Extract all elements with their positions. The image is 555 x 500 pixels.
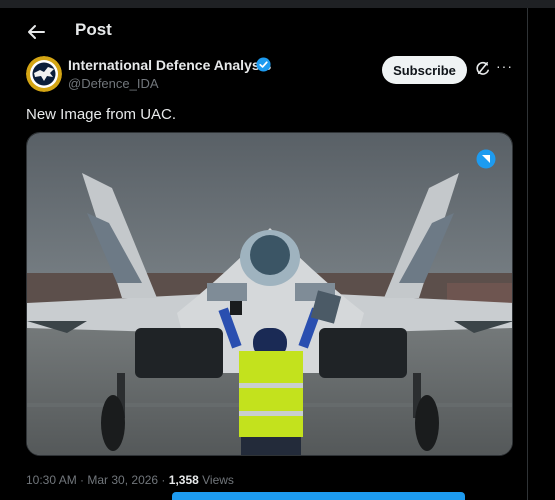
- meta-separator: ·: [158, 473, 169, 487]
- tweet-media-image[interactable]: [26, 132, 513, 456]
- window-top-strip: [0, 0, 555, 8]
- post-time[interactable]: 10:30 AM: [26, 473, 77, 487]
- verified-badge-icon: [256, 57, 271, 72]
- post-header: Post: [0, 8, 527, 54]
- subscribe-button[interactable]: Subscribe: [382, 56, 467, 84]
- page-title: Post: [75, 20, 112, 39]
- post-date[interactable]: Mar 30, 2026: [87, 473, 158, 487]
- column-divider: [527, 8, 528, 500]
- tweet-text: New Image from UAC.: [26, 106, 177, 123]
- avatar[interactable]: [26, 56, 62, 92]
- reply-bar-edge[interactable]: [172, 492, 465, 500]
- more-options-icon[interactable]: ···: [496, 58, 513, 74]
- author-handle[interactable]: @Defence_IDA: [68, 76, 159, 91]
- post-metadata: 10:30 AM · Mar 30, 2026 · 1,358 Views: [26, 473, 234, 487]
- views-label: Views: [198, 473, 234, 487]
- grok-icon[interactable]: [474, 60, 491, 77]
- ida-logo-icon: [26, 56, 62, 92]
- grok-image-badge-icon[interactable]: [476, 149, 496, 169]
- back-arrow-icon[interactable]: [26, 22, 46, 42]
- meta-separator: ·: [76, 473, 88, 487]
- fighter-jet-photo: [27, 133, 512, 455]
- views-count: 1,358: [168, 473, 199, 487]
- author-name[interactable]: International Defence Analysis: [68, 57, 271, 73]
